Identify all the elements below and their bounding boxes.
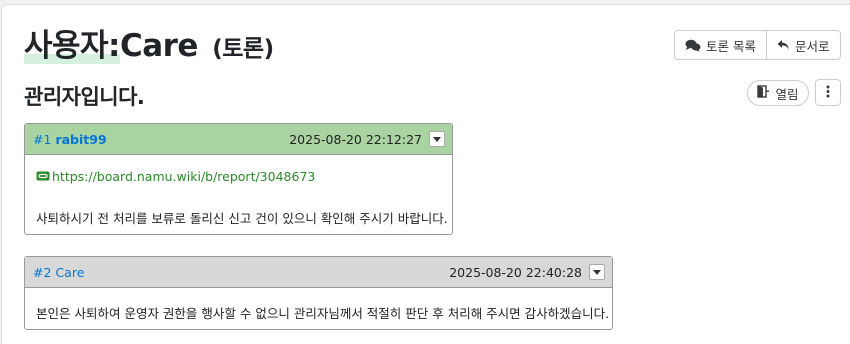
comment-author[interactable]: rabit99 — [55, 132, 106, 147]
more-menu-button[interactable] — [815, 79, 841, 106]
comment-2: #2 Care 2025-08-20 22:40:28 본인은 사퇴하여 운영자… — [24, 256, 613, 330]
comment-menu-button[interactable] — [589, 264, 605, 280]
status-button[interactable]: 열림 — [747, 80, 809, 106]
caret-down-icon — [593, 269, 601, 275]
comment-menu-button[interactable] — [429, 131, 445, 147]
comment-1: #1 rabit99 2025-08-20 22:12:27 https://b… — [24, 123, 453, 235]
title-sub: (토론) — [212, 36, 274, 62]
comment-header: #1 rabit99 2025-08-20 22:12:27 — [25, 124, 452, 155]
discussion-list-button[interactable]: 토론 목록 — [675, 31, 766, 59]
vertical-ellipsis-icon — [826, 83, 830, 102]
page-title: 사용자:Care (토론) — [24, 26, 274, 69]
reply-arrow-icon — [777, 39, 790, 51]
link-icon — [36, 169, 50, 184]
top-action-group: 토론 목록 문서로 — [674, 30, 841, 60]
comment-number[interactable]: #1 — [33, 132, 51, 147]
external-link[interactable]: https://board.namu.wiki/b/report/3048673 — [36, 169, 315, 184]
document-button[interactable]: 문서로 — [765, 31, 840, 59]
external-link-text: https://board.namu.wiki/b/report/3048673 — [52, 169, 316, 184]
title-user-name: Care — [119, 28, 198, 64]
door-open-icon — [757, 85, 770, 101]
discussion-list-label: 토론 목록 — [706, 38, 756, 54]
comment-time: 2025-08-20 22:12:27 — [289, 131, 422, 147]
comments-icon — [685, 39, 701, 52]
comment-text: 사퇴하시기 전 처리를 보류로 돌리신 신고 건이 있으니 확인해 주시기 바랍… — [36, 211, 448, 226]
comment-number[interactable]: #2 — [33, 265, 51, 280]
comment-time: 2025-08-20 22:40:28 — [449, 264, 582, 280]
comment-text: 본인은 사퇴하여 운영자 권한을 행사할 수 없으니 관리자님께서 적절히 판단… — [36, 306, 610, 321]
discussion-page: 사용자:Care (토론) 토론 목록 문서로 관리자입니다. 열림 #1 ra… — [1, 4, 850, 344]
title-prefix: 사용자: — [24, 28, 120, 64]
document-label: 문서로 — [794, 38, 830, 54]
topic-title: 관리자입니다. — [24, 85, 145, 109]
comment-header: #2 Care 2025-08-20 22:40:28 — [25, 257, 612, 288]
status-label: 열림 — [775, 86, 799, 102]
caret-down-icon — [433, 136, 441, 142]
comment-author[interactable]: Care — [55, 265, 84, 280]
